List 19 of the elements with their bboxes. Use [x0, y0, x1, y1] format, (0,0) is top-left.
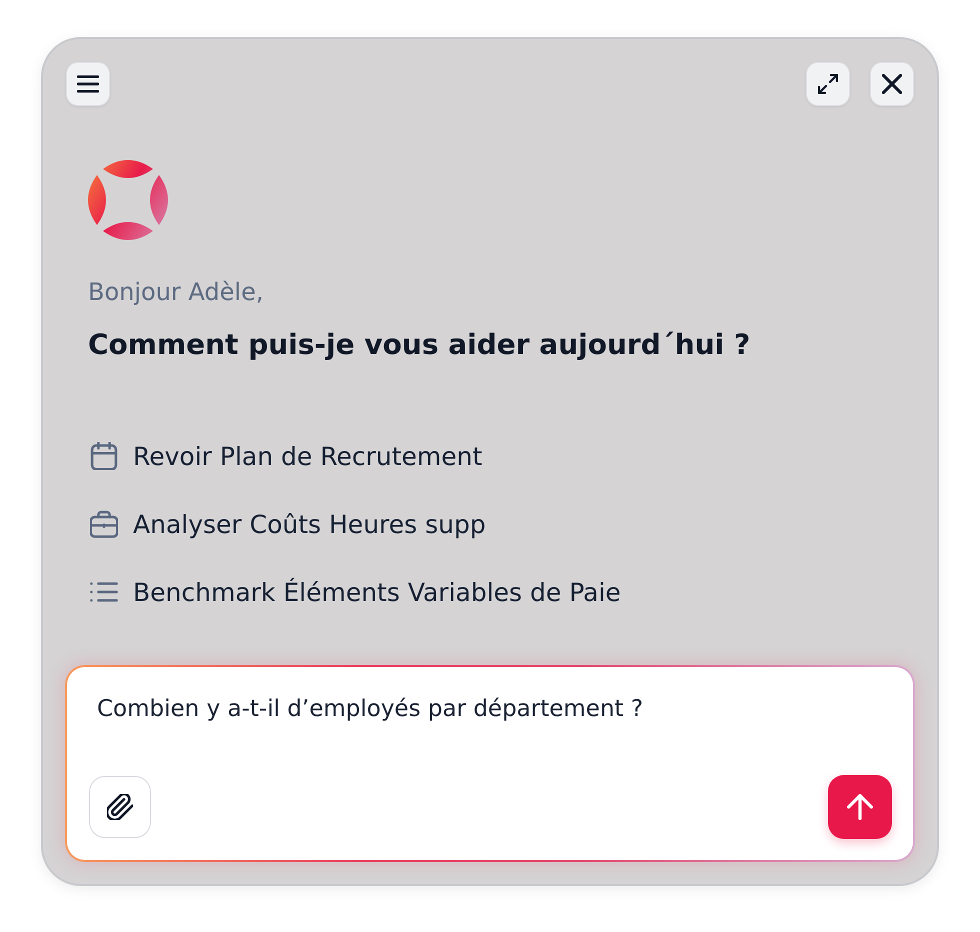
suggestion-button[interactable]: Revoir Plan de Recrutement: [88, 436, 482, 476]
arrow-up-icon: [847, 794, 873, 820]
menu-icon: [77, 73, 99, 95]
close-icon: [882, 74, 902, 94]
attach-button[interactable]: [89, 776, 151, 838]
greeting-text: Bonjour Adèle,: [88, 278, 264, 307]
message-field[interactable]: Combien y a-t-il d’employés par département ?: [89, 693, 892, 725]
briefcase-icon: [90, 510, 118, 538]
menu-button[interactable]: [66, 62, 110, 106]
send-button[interactable]: [828, 775, 892, 839]
calendar-icon: [90, 442, 118, 470]
expand-button[interactable]: [806, 62, 850, 106]
suggestion-button[interactable]: Analyser Coûts Heures supp: [88, 504, 486, 544]
close-button[interactable]: [870, 62, 914, 106]
suggestion-button[interactable]: Benchmark Éléments Variables de Paie: [88, 572, 621, 612]
heading-text: Comment puis-je vous aider aujourd´hui ?: [88, 328, 752, 362]
paperclip-icon: [107, 794, 133, 820]
expand-icon: [818, 74, 838, 94]
logo-icon: [88, 160, 168, 240]
